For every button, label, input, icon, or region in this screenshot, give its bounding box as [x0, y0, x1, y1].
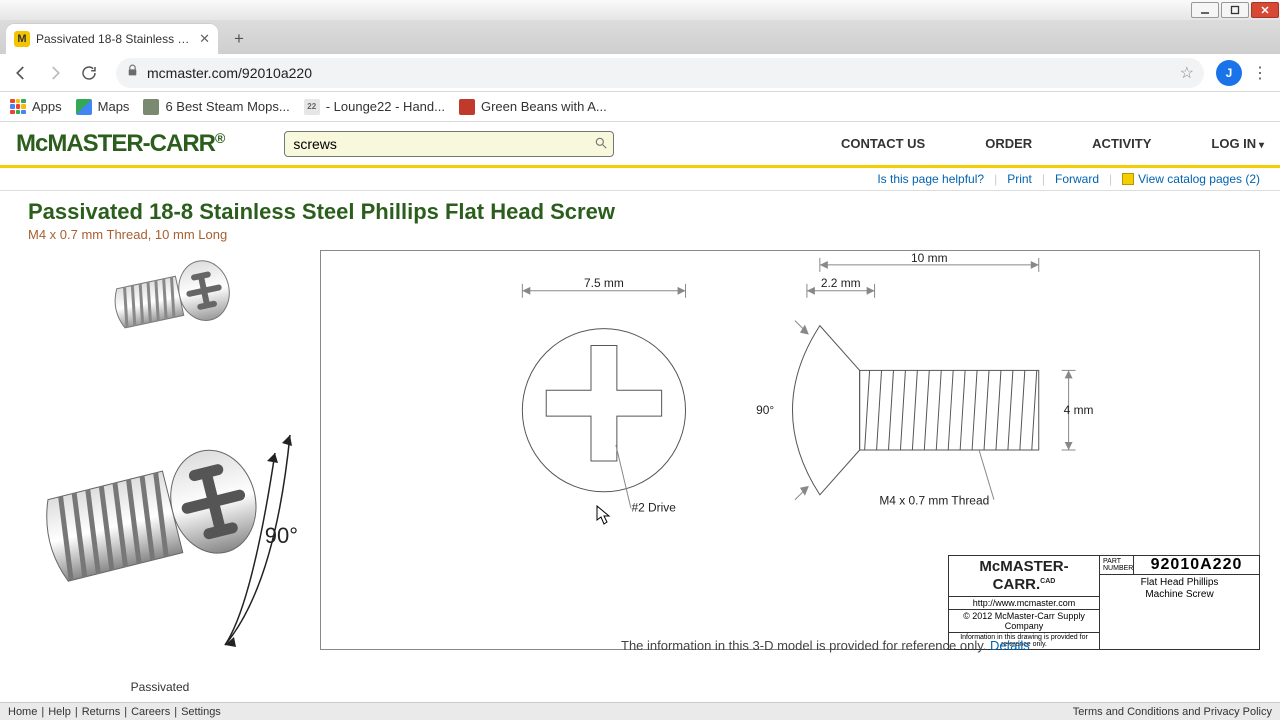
product-content: 90° Passivated 7.5 mm #2 Drive — [0, 246, 1280, 694]
catalog-label: View catalog pages (2) — [1138, 172, 1260, 186]
titleblock-logo: McMASTER-CARR.CAD — [949, 556, 1099, 597]
window-maximize-button[interactable] — [1221, 2, 1249, 18]
link-page-helpful[interactable]: Is this page helpful? — [877, 172, 984, 186]
bookmark-label: Maps — [98, 99, 130, 114]
generic-favicon-icon — [143, 99, 159, 115]
product-title: Passivated 18-8 Stainless Steel Phillips… — [28, 199, 1252, 225]
new-tab-button[interactable]: + — [224, 24, 254, 54]
product-thumbnails: 90° Passivated — [20, 250, 300, 694]
nav-forward-button[interactable] — [40, 58, 70, 88]
nav-login[interactable]: LOG IN — [1211, 136, 1264, 151]
footer-terms[interactable]: Terms and Conditions and Privacy Policy — [1073, 706, 1272, 718]
link-forward[interactable]: Forward — [1055, 172, 1099, 186]
bookmark-label: 6 Best Steam Mops... — [165, 99, 289, 114]
url-input[interactable] — [147, 65, 1172, 81]
page-tool-links: Is this page helpful?| Print| Forward| V… — [0, 168, 1280, 191]
bookmark-label: Green Beans with A... — [481, 99, 607, 114]
tab-title: Passivated 18-8 Stainless Steel P — [36, 32, 193, 46]
reference-note: The information in this 3-D model is pro… — [621, 638, 1030, 653]
bookmark-green-beans[interactable]: Green Beans with A... — [459, 99, 607, 115]
site-logo[interactable]: McMASTER-CARR® — [16, 130, 224, 158]
search-input[interactable] — [284, 131, 614, 157]
tab-close-icon[interactable]: ✕ — [199, 31, 210, 47]
link-catalog-pages[interactable]: View catalog pages (2) — [1122, 172, 1260, 186]
maps-icon — [76, 99, 92, 115]
footer-settings[interactable]: Settings — [181, 706, 221, 718]
bookmark-steam-mops[interactable]: 6 Best Steam Mops... — [143, 99, 289, 115]
svg-text:7.5 mm: 7.5 mm — [584, 276, 624, 290]
logo-reg-icon: ® — [215, 130, 224, 146]
bookmark-lounge22[interactable]: 22 - Lounge22 - Hand... — [304, 99, 445, 115]
titleblock-copyright: © 2012 McMaster-Carr Supply Company — [949, 610, 1099, 633]
generic-favicon-icon — [459, 99, 475, 115]
product-heading: Passivated 18-8 Stainless Steel Phillips… — [0, 191, 1280, 246]
apps-grid-icon — [10, 99, 26, 115]
bookmark-label: - Lounge22 - Hand... — [326, 99, 445, 114]
tab-favicon: M — [14, 31, 30, 47]
product-subtitle: M4 x 0.7 mm Thread, 10 mm Long — [28, 227, 1252, 242]
logo-text: McMASTER-CARR — [16, 130, 215, 157]
address-bar[interactable]: ☆ — [116, 58, 1204, 88]
window-close-button[interactable] — [1251, 2, 1279, 18]
bookmark-maps[interactable]: Maps — [76, 99, 130, 115]
thumb-small[interactable] — [80, 250, 240, 355]
thumb-caption: Passivated — [131, 680, 190, 694]
browser-tab-active[interactable]: M Passivated 18-8 Stainless Steel P ✕ — [6, 24, 218, 54]
nav-order[interactable]: ORDER — [985, 136, 1032, 151]
page-viewport: McMASTER-CARR® CONTACT US ORDER ACTIVITY… — [0, 122, 1280, 702]
lock-icon — [126, 64, 139, 82]
browser-menu-icon[interactable]: ⋮ — [1246, 63, 1274, 83]
site-header: McMASTER-CARR® CONTACT US ORDER ACTIVITY… — [0, 122, 1280, 168]
engineering-drawing[interactable]: 7.5 mm #2 Drive 10 mm 2.2 mm — [320, 250, 1260, 650]
link-print[interactable]: Print — [1007, 172, 1032, 186]
drawing-title-block: McMASTER-CARR.CAD http://www.mcmaster.co… — [948, 555, 1260, 650]
svg-text:M4 x 0.7 mm Thread: M4 x 0.7 mm Thread — [879, 494, 989, 508]
svg-text:#2 Drive: #2 Drive — [631, 501, 676, 515]
bookmark-star-icon[interactable]: ☆ — [1180, 63, 1194, 83]
browser-toolbar: ☆ J ⋮ — [0, 54, 1280, 92]
lounge-favicon-icon: 22 — [304, 99, 320, 115]
browser-tabstrip: M Passivated 18-8 Stainless Steel P ✕ + — [0, 20, 1280, 54]
bookmarks-bar: Apps Maps 6 Best Steam Mops... 22 - Loun… — [0, 92, 1280, 122]
footer-returns[interactable]: Returns — [82, 706, 121, 718]
site-search — [284, 131, 614, 157]
bookmark-label: Apps — [32, 99, 62, 114]
thumb-large[interactable]: 90° — [20, 375, 300, 660]
thumb-angle-label: 90° — [265, 523, 298, 549]
nav-back-button[interactable] — [6, 58, 36, 88]
nav-contact[interactable]: CONTACT US — [841, 136, 925, 151]
titleblock-description: Flat Head PhillipsMachine Screw — [1100, 575, 1259, 649]
profile-avatar[interactable]: J — [1216, 60, 1242, 86]
svg-text:4 mm: 4 mm — [1064, 403, 1094, 417]
titleblock-url: http://www.mcmaster.com — [949, 597, 1099, 610]
titleblock-pn: 92010A220 — [1134, 556, 1259, 574]
svg-text:10 mm: 10 mm — [911, 251, 948, 265]
search-icon[interactable] — [594, 136, 608, 155]
window-minimize-button[interactable] — [1191, 2, 1219, 18]
header-nav: CONTACT US ORDER ACTIVITY LOG IN — [841, 136, 1264, 151]
titleblock-pn-label: PART NUMBER — [1100, 556, 1134, 574]
footer-careers[interactable]: Careers — [131, 706, 170, 718]
site-footer: Home| Help| Returns| Careers| Settings T… — [0, 702, 1280, 720]
nav-activity[interactable]: ACTIVITY — [1092, 136, 1151, 151]
svg-text:90°: 90° — [756, 403, 774, 417]
os-titlebar — [0, 0, 1280, 20]
catalog-icon — [1122, 173, 1134, 185]
details-link[interactable]: Details — [990, 638, 1030, 653]
footer-help[interactable]: Help — [48, 706, 71, 718]
svg-text:2.2 mm: 2.2 mm — [821, 276, 861, 290]
bookmark-apps[interactable]: Apps — [10, 99, 62, 115]
footer-home[interactable]: Home — [8, 706, 37, 718]
nav-reload-button[interactable] — [74, 58, 104, 88]
